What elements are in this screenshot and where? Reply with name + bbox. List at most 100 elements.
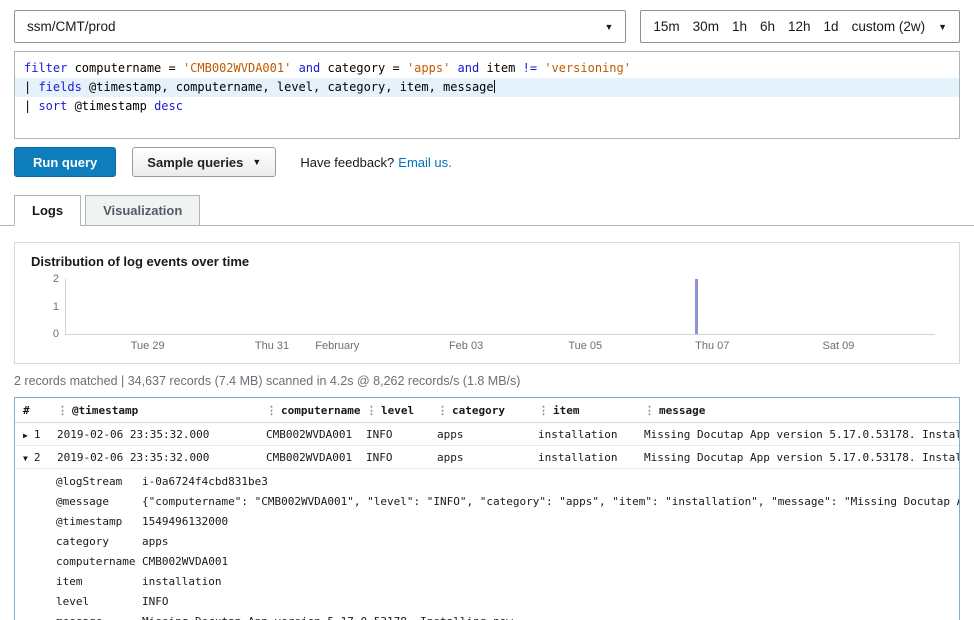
time-range-1h[interactable]: 1h bbox=[732, 19, 747, 34]
query-token: and bbox=[458, 61, 480, 75]
detail-value: apps bbox=[142, 534, 959, 550]
query-token: != bbox=[523, 61, 537, 75]
detail-key: @message bbox=[56, 494, 142, 510]
x-tick-label: Tue 05 bbox=[568, 340, 602, 352]
time-range-15m[interactable]: 15m bbox=[653, 19, 679, 34]
chart-title: Distribution of log events over time bbox=[31, 254, 943, 269]
query-token: @timestamp bbox=[67, 99, 154, 113]
x-tick-label: Feb 03 bbox=[449, 340, 483, 352]
row-number-cell: ▶1 bbox=[15, 428, 53, 441]
column-grip-icon[interactable]: ⋮ bbox=[266, 404, 277, 417]
query-line-3[interactable]: | sort @timestamp desc bbox=[15, 97, 959, 116]
table-cell: INFO bbox=[362, 428, 433, 441]
detail-value: CMB002WVDA001 bbox=[142, 554, 959, 570]
col-header-item[interactable]: ⋮item bbox=[534, 404, 640, 417]
query-token: computername = bbox=[67, 61, 183, 75]
table-cell: apps bbox=[433, 428, 534, 441]
col-header-num[interactable]: # bbox=[15, 404, 53, 417]
column-grip-icon[interactable]: ⋮ bbox=[437, 404, 448, 417]
x-tick-label: Thu 31 bbox=[255, 340, 289, 352]
x-tick-label: February bbox=[315, 340, 359, 352]
x-tick-label: Sat 09 bbox=[823, 340, 855, 352]
column-grip-icon[interactable]: ⋮ bbox=[644, 404, 655, 417]
results-body: ▶12019-02-06 23:35:32.000CMB002WVDA001IN… bbox=[15, 423, 959, 620]
y-tick-label: 2 bbox=[53, 273, 59, 285]
sample-queries-label: Sample queries bbox=[147, 155, 243, 170]
run-query-button[interactable]: Run query bbox=[14, 147, 116, 177]
query-token: and bbox=[299, 61, 321, 75]
collapse-row-icon[interactable]: ▼ bbox=[23, 454, 28, 463]
col-header-level[interactable]: ⋮level bbox=[362, 404, 433, 417]
time-range-bar: 15m 30m 1h 6h 12h 1d custom (2w) ▼ bbox=[640, 10, 960, 43]
results-header: #⋮@timestamp⋮computername⋮level⋮category… bbox=[15, 398, 959, 423]
detail-key: @logStream bbox=[56, 474, 142, 490]
topbar: ssm/CMT/prod ▼ 15m 30m 1h 6h 12h 1d custom (2w… bbox=[14, 10, 960, 43]
detail-row: computernameCMB002WVDA001 bbox=[15, 552, 959, 572]
detail-key: @timestamp bbox=[56, 514, 142, 530]
x-tick-label: Tue 29 bbox=[131, 340, 165, 352]
query-line-2[interactable]: | fields @timestamp, computername, level… bbox=[15, 78, 959, 97]
detail-row: categoryapps bbox=[15, 532, 959, 552]
time-range-6h[interactable]: 6h bbox=[760, 19, 775, 34]
detail-key: category bbox=[56, 534, 142, 550]
detail-value: {"computername": "CMB002WVDA001", "level… bbox=[142, 494, 959, 510]
log-group-select[interactable]: ssm/CMT/prod ▼ bbox=[14, 10, 626, 43]
feedback-text: Have feedback? Email us. bbox=[300, 155, 451, 170]
time-range-12h[interactable]: 12h bbox=[788, 19, 811, 34]
tab-logs[interactable]: Logs bbox=[14, 195, 81, 226]
query-editor[interactable]: filter computername = 'CMB002WVDA001' an… bbox=[14, 51, 960, 139]
query-token: @timestamp, computername, level, categor… bbox=[82, 80, 494, 94]
detail-value: INFO bbox=[142, 594, 959, 610]
sample-queries-button[interactable]: Sample queries ▼ bbox=[132, 147, 276, 177]
detail-row: @logStreami-0a6724f4cbd831be3 bbox=[15, 472, 959, 492]
detail-row: levelINFO bbox=[15, 592, 959, 612]
query-token: | bbox=[24, 99, 38, 113]
log-events-bar[interactable] bbox=[695, 279, 698, 334]
time-range-chevron-down-icon[interactable]: ▼ bbox=[938, 22, 947, 32]
expand-row-icon[interactable]: ▶ bbox=[23, 431, 28, 440]
column-grip-icon[interactable]: ⋮ bbox=[366, 404, 377, 417]
query-token: 'versioning' bbox=[544, 61, 631, 75]
chart-plot: 210 bbox=[65, 279, 935, 335]
table-cell: Missing Docutap App version 5.17.0.53178… bbox=[640, 428, 959, 441]
col-header-category[interactable]: ⋮category bbox=[433, 404, 534, 417]
detail-value: 1549496132000 bbox=[142, 514, 959, 530]
query-token bbox=[291, 61, 298, 75]
table-cell: CMB002WVDA001 bbox=[262, 428, 362, 441]
feedback-question: Have feedback? bbox=[300, 155, 394, 170]
col-header-message[interactable]: ⋮message bbox=[640, 404, 959, 417]
y-tick-label: 1 bbox=[53, 301, 59, 313]
time-range-custom2w[interactable]: custom (2w) bbox=[852, 19, 926, 34]
results-table: #⋮@timestamp⋮computername⋮level⋮category… bbox=[14, 397, 960, 620]
query-token: sort bbox=[38, 99, 67, 113]
x-tick-label: Thu 07 bbox=[695, 340, 729, 352]
query-token: 'apps' bbox=[407, 61, 450, 75]
column-grip-icon[interactable]: ⋮ bbox=[57, 404, 68, 417]
y-tick-label: 0 bbox=[53, 328, 59, 340]
query-token: item bbox=[479, 61, 522, 75]
time-range-30m[interactable]: 30m bbox=[693, 19, 719, 34]
table-cell: Missing Docutap App version 5.17.0.53178… bbox=[640, 451, 959, 464]
text-cursor bbox=[494, 80, 495, 93]
time-range-1d[interactable]: 1d bbox=[824, 19, 839, 34]
detail-value: installation bbox=[142, 574, 959, 590]
table-row[interactable]: ▼22019-02-06 23:35:32.000CMB002WVDA001IN… bbox=[15, 446, 959, 469]
query-token: desc bbox=[154, 99, 183, 113]
chart-x-axis: Tue 29 Thu 31 February Feb 03 Tue 05 Thu 07 Sa… bbox=[65, 339, 935, 355]
log-group-value: ssm/CMT/prod bbox=[27, 19, 116, 34]
table-row[interactable]: ▶12019-02-06 23:35:32.000CMB002WVDA001IN… bbox=[15, 423, 959, 446]
scan-status: 2 records matched | 34,637 records (7.4 … bbox=[14, 374, 960, 388]
row-details: @logStreami-0a6724f4cbd831be3 @message{"c… bbox=[15, 469, 959, 620]
detail-row: messageMissing Docutap App version 5.17.… bbox=[15, 612, 959, 620]
email-us-link[interactable]: Email us. bbox=[398, 155, 451, 170]
tab-visualization[interactable]: Visualization bbox=[85, 195, 200, 226]
col-header-computername[interactable]: ⋮computername bbox=[262, 404, 362, 417]
detail-key: level bbox=[56, 594, 142, 610]
query-token: category = bbox=[320, 61, 407, 75]
query-line-1[interactable]: filter computername = 'CMB002WVDA001' an… bbox=[15, 59, 959, 78]
query-token: | bbox=[24, 80, 38, 94]
column-grip-icon[interactable]: ⋮ bbox=[538, 404, 549, 417]
query-token: 'CMB002WVDA001' bbox=[183, 61, 291, 75]
col-header-timestamp[interactable]: ⋮@timestamp bbox=[53, 404, 262, 417]
chevron-down-icon: ▼ bbox=[252, 157, 261, 167]
